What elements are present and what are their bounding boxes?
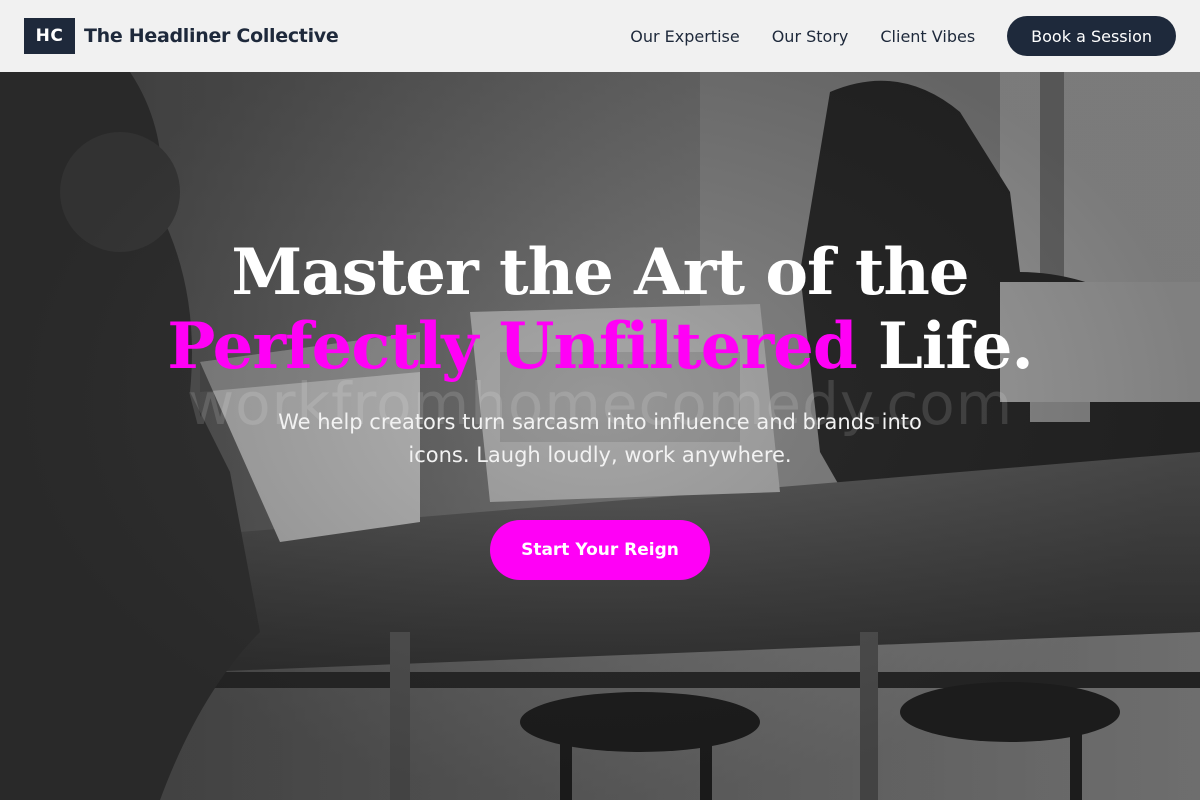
start-your-reign-button[interactable]: Start Your Reign (490, 520, 710, 580)
main-nav: Our Expertise Our Story Client Vibes Boo… (630, 16, 1176, 56)
hero-subheading: We help creators turn sarcasm into influ… (278, 410, 922, 467)
nav-link-our-expertise[interactable]: Our Expertise (630, 27, 739, 46)
book-session-button[interactable]: Book a Session (1007, 16, 1176, 56)
nav-link-client-vibes[interactable]: Client Vibes (880, 27, 975, 46)
site-header: HC The Headliner Collective Our Expertis… (0, 0, 1200, 72)
hero-content: Master the Art of the Perfectly Unfilter… (0, 72, 1200, 800)
hero-headline: Master the Art of the Perfectly Unfilter… (167, 235, 1034, 384)
headline-accent: Perfectly Unfiltered (167, 309, 857, 384)
headline-line-1: Master the Art of the (231, 235, 969, 310)
logo-badge[interactable]: HC (24, 18, 75, 54)
brand-name[interactable]: The Headliner Collective (84, 25, 339, 47)
hero-section: workfromhomecomedy.com Master the Art of… (0, 72, 1200, 800)
headline-line-2-end: Life. (856, 309, 1034, 384)
nav-link-our-story[interactable]: Our Story (772, 27, 849, 46)
